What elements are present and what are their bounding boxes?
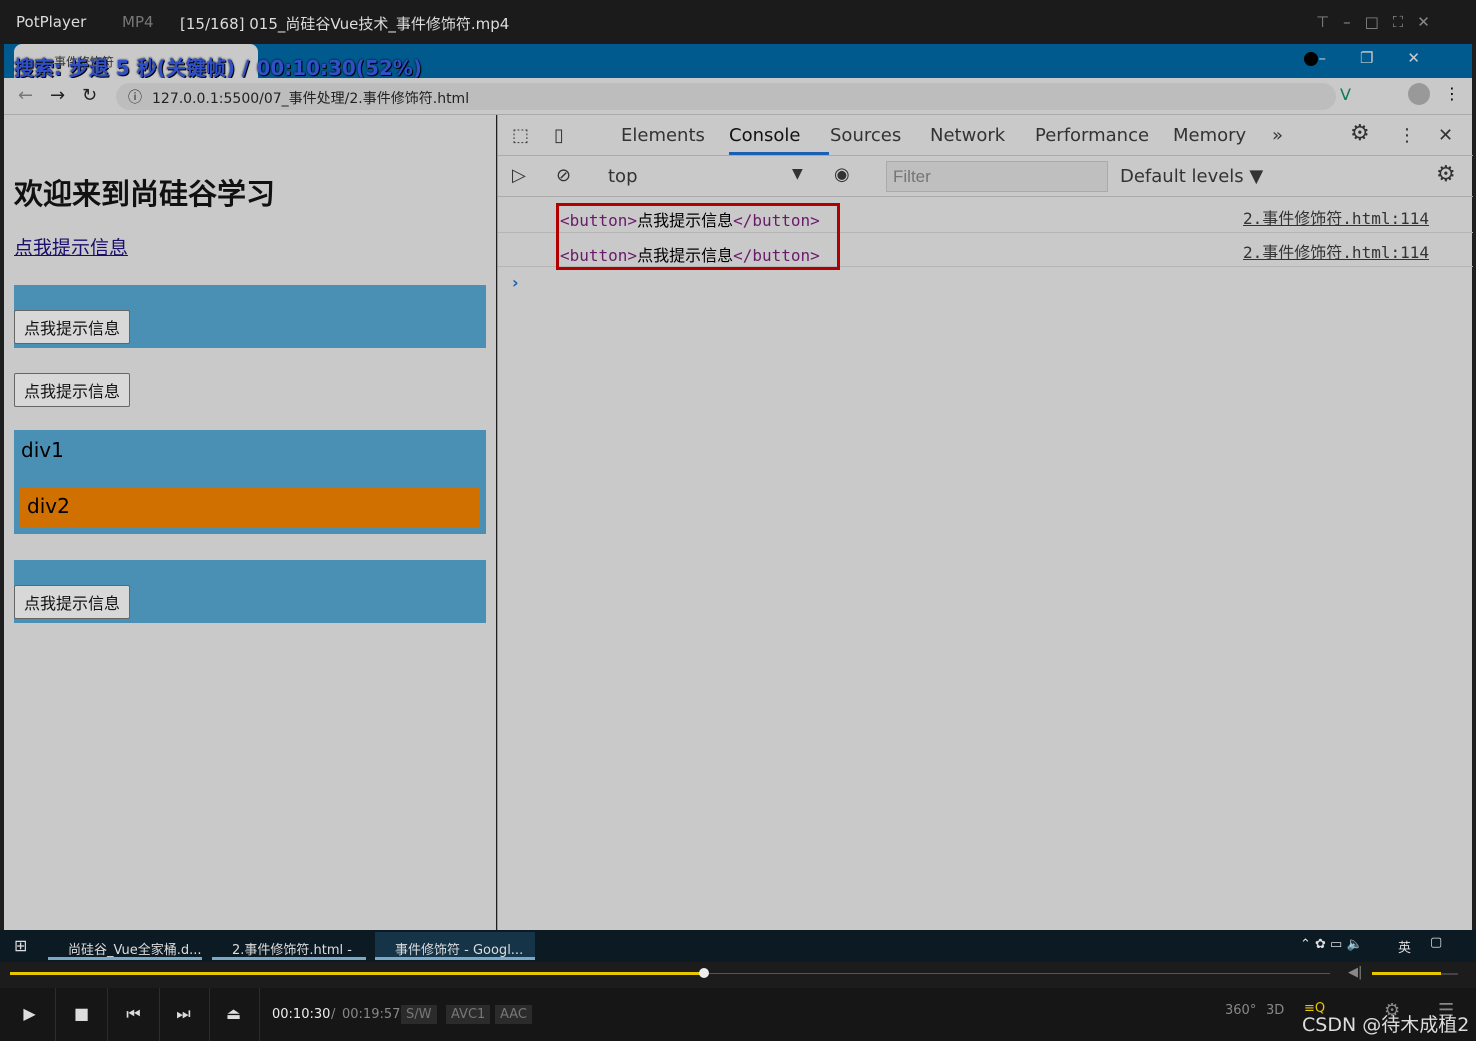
- taskbar-chrome[interactable]: 事件修饰符 - Googl...: [375, 932, 535, 960]
- url-text: 127.0.0.1:5500/07_事件处理/2.事件修饰符.html: [152, 91, 470, 107]
- tab-console[interactable]: Console: [729, 125, 829, 155]
- notification-icon[interactable]: ▢: [1430, 935, 1442, 950]
- tab-elements[interactable]: Elements: [621, 125, 705, 146]
- div1[interactable]: div1 div2: [14, 430, 486, 534]
- video-title: [15/168] 015_尚硅谷Vue技术_事件修饰符.mp4: [180, 15, 510, 33]
- highlight-box: [556, 203, 840, 270]
- alert-button-3[interactable]: 点我提示信息: [14, 585, 131, 619]
- seek-area: ◀|: [0, 962, 1476, 988]
- volume-icon[interactable]: ◀|: [1348, 965, 1362, 980]
- tab-memory[interactable]: Memory: [1173, 125, 1246, 146]
- reload-icon[interactable]: ↻: [82, 85, 97, 106]
- volume-level: [1372, 972, 1441, 975]
- csdn-watermark: CSDN @待木成植2: [1302, 1014, 1470, 1036]
- devtools-tabs: ⬚ ▯ Elements Console Sources Network Per…: [498, 115, 1473, 156]
- console-settings-icon[interactable]: ⚙: [1436, 162, 1456, 187]
- inspect-icon[interactable]: ⬚: [512, 125, 529, 146]
- format-label: MP4: [122, 13, 154, 31]
- close-icon[interactable]: ✕: [1438, 125, 1453, 146]
- vr360-icon[interactable]: 360°: [1225, 1003, 1256, 1018]
- player-titlebar: PotPlayer MP4 [15/168] 015_尚硅谷Vue技术_事件修饰…: [0, 0, 1476, 44]
- browser-toolbar: ← → ↻ ⓘ 127.0.0.1:5500/07_事件处理/2.事件修饰符.ht…: [4, 78, 1472, 115]
- info-icon: ⓘ: [128, 90, 142, 106]
- console-toolbar: ▷ ⊘ top ▼ ◉ Default levels ▼ ⚙: [498, 156, 1473, 197]
- eject-icon[interactable]: ⏏: [208, 988, 260, 1041]
- device-toolbar-icon[interactable]: ▯: [554, 125, 564, 146]
- more-tabs-icon[interactable]: »: [1272, 125, 1283, 146]
- sidebar-toggle-icon[interactable]: ▷: [512, 165, 526, 186]
- alert-button-2[interactable]: 点我提示信息: [14, 373, 131, 407]
- log-source-link[interactable]: 2.事件修饰符.html:114: [1243, 239, 1429, 263]
- window-controls[interactable]: ⊤–□⛶✕: [1316, 13, 1444, 31]
- context-select[interactable]: top: [608, 166, 638, 187]
- taskbar-word[interactable]: 尚硅谷_Vue全家桶.d...: [48, 932, 202, 960]
- badge-audio-codec[interactable]: AAC: [495, 1005, 532, 1024]
- devtools-panel: ⬚ ▯ Elements Console Sources Network Per…: [497, 115, 1473, 930]
- tab-performance[interactable]: Performance: [1035, 125, 1149, 146]
- settings-icon[interactable]: ⚙: [1350, 121, 1370, 146]
- browser-window-controls[interactable]: –❐✕: [1318, 49, 1454, 67]
- log-source-link[interactable]: 2.事件修饰符.html:114: [1243, 205, 1429, 229]
- page-content: 欢迎来到尚硅谷学习 点我提示信息 点我提示信息 点我提示信息 div1 div2…: [4, 115, 496, 930]
- chevron-down-icon[interactable]: ▼: [792, 166, 803, 182]
- profile-icon[interactable]: [1304, 52, 1318, 66]
- play-icon[interactable]: ▶: [4, 988, 56, 1041]
- next-icon[interactable]: ⏭: [158, 988, 210, 1041]
- vue-devtools-icon[interactable]: V: [1340, 85, 1351, 104]
- div1-label: div1: [21, 438, 64, 462]
- log-levels-dropdown[interactable]: Default levels ▼: [1120, 166, 1263, 187]
- osd-message: 搜索: 步退 5 秒(关键帧) / 00:10:30(52%): [14, 56, 422, 80]
- eye-icon[interactable]: ◉: [834, 164, 850, 185]
- address-bar[interactable]: ⓘ 127.0.0.1:5500/07_事件处理/2.事件修饰符.html: [116, 83, 1336, 110]
- windows-start-icon[interactable]: ⊞: [14, 936, 27, 955]
- total-time: 00:19:57: [342, 1007, 401, 1022]
- filter-input[interactable]: [886, 161, 1108, 192]
- previous-icon[interactable]: ⏮: [108, 988, 160, 1041]
- prevent-link[interactable]: 点我提示信息: [14, 233, 128, 260]
- avatar[interactable]: [1408, 83, 1430, 105]
- seek-handle[interactable]: [699, 968, 710, 978]
- badge-video-codec[interactable]: AVC1: [446, 1005, 491, 1024]
- stop-icon[interactable]: ■: [56, 988, 108, 1041]
- player-controls: ▶ ■ ⏮ ⏭ ⏏ 00:10:30 / 00:19:57 S/W AVC1 A…: [0, 988, 1476, 1041]
- current-time: 00:10:30: [272, 1007, 331, 1022]
- tab-sources[interactable]: Sources: [830, 125, 901, 146]
- button-container-1: 点我提示信息: [14, 285, 486, 348]
- menu-icon[interactable]: ⋮: [1444, 84, 1460, 103]
- player-menu[interactable]: PotPlayer: [16, 13, 86, 31]
- ime-indicator[interactable]: 英: [1398, 937, 1411, 956]
- back-icon[interactable]: ←: [18, 85, 33, 106]
- tray-icons[interactable]: ⌃ ✿ ▭ 🔈: [1300, 937, 1363, 952]
- alert-button-1[interactable]: 点我提示信息: [14, 310, 131, 344]
- 3d-icon[interactable]: 3D: [1266, 1003, 1284, 1018]
- forward-icon[interactable]: →: [50, 85, 65, 106]
- taskbar-vscode[interactable]: 2.事件修饰符.html - ...: [212, 932, 366, 973]
- kebab-icon[interactable]: ⋮: [1398, 125, 1416, 146]
- seek-progress: [10, 972, 705, 975]
- page-title: 欢迎来到尚硅谷学习: [14, 177, 276, 211]
- tab-network[interactable]: Network: [930, 125, 1005, 146]
- clear-console-icon[interactable]: ⊘: [556, 165, 571, 186]
- windows-taskbar: ⊞ 尚硅谷_Vue全家桶.d... 2.事件修饰符.html - ... 事件修…: [0, 930, 1476, 973]
- button-container-2: 点我提示信息: [14, 560, 486, 623]
- console-prompt[interactable]: ›: [512, 273, 519, 292]
- div2[interactable]: div2: [20, 487, 480, 527]
- badge-sw[interactable]: S/W: [401, 1005, 437, 1024]
